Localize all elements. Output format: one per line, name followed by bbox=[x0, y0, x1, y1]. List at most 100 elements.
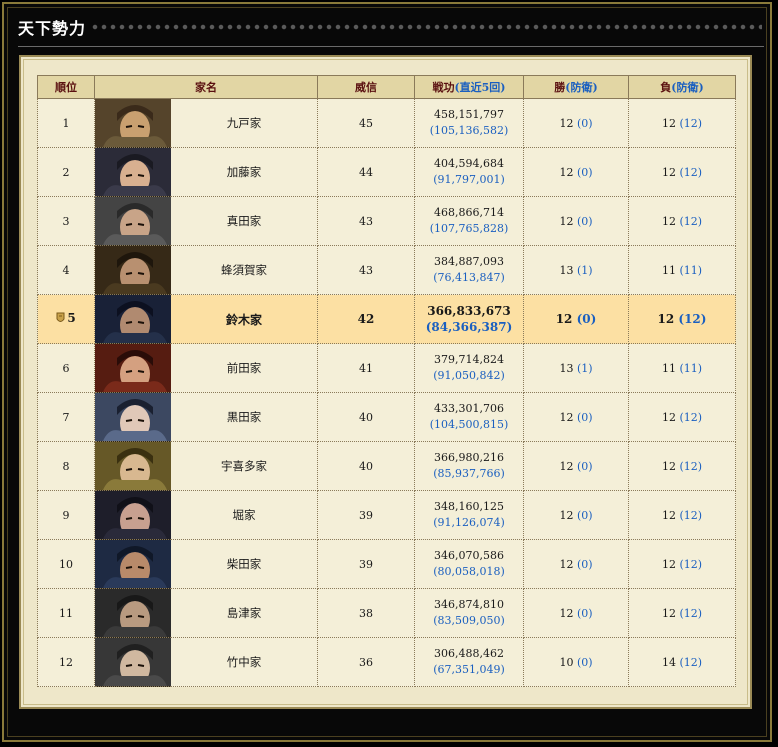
house-name-cell[interactable]: 前田家 bbox=[170, 343, 318, 393]
samurai-portrait-icon[interactable] bbox=[95, 197, 171, 245]
house-name-cell[interactable]: 島津家 bbox=[170, 588, 318, 638]
prestige-cell: 38 bbox=[317, 588, 415, 638]
rank-cell: 12 bbox=[37, 637, 95, 687]
table-row[interactable]: 1 九戸家 45 458,151,797 (105,136,582) 12 (0) 12 (… bbox=[37, 98, 736, 148]
merit-cell: 468,866,714 (107,765,828) bbox=[414, 196, 524, 246]
wins-value: 12 bbox=[555, 312, 573, 326]
merit-total: 458,151,797 bbox=[434, 108, 504, 121]
table-row[interactable]: 2 加藤家 44 404,594,684 (91,797,001) 12 (0) 12 (1… bbox=[37, 147, 736, 197]
house-name[interactable]: 黒田家 bbox=[227, 410, 262, 424]
wins-value: 12 bbox=[559, 557, 574, 571]
prestige-cell: 39 bbox=[317, 539, 415, 589]
portrait-cell[interactable] bbox=[94, 343, 171, 393]
col-header-merit[interactable]: 戦功(直近5回) bbox=[414, 75, 524, 99]
wins-defense: (0) bbox=[576, 116, 593, 130]
samurai-portrait-icon[interactable] bbox=[95, 442, 171, 490]
house-name[interactable]: 真田家 bbox=[227, 214, 262, 228]
portrait-cell[interactable] bbox=[94, 490, 171, 540]
table-row[interactable]: 8 宇喜多家 40 366,980,216 (85,937,766) 12 (0) 12 (… bbox=[37, 441, 736, 491]
prestige-cell: 40 bbox=[317, 392, 415, 442]
house-name[interactable]: 島津家 bbox=[227, 606, 262, 620]
samurai-portrait-icon[interactable] bbox=[95, 148, 171, 196]
col-header-losses[interactable]: 負(防衛) bbox=[628, 75, 736, 99]
col-header-house[interactable]: 家名 bbox=[94, 75, 318, 99]
merit-cell: 366,833,673 (84,366,387) bbox=[414, 294, 524, 344]
table-row-own-house[interactable]: 5 鈴木家 42 366,833,673 (84,366,387) 12 (0) 12 (1… bbox=[37, 294, 736, 344]
title-divider bbox=[18, 46, 764, 47]
portrait-cell[interactable] bbox=[94, 294, 171, 344]
col-header-wins[interactable]: 勝(防衛) bbox=[523, 75, 629, 99]
portrait-cell[interactable] bbox=[94, 392, 171, 442]
prestige-value: 39 bbox=[359, 508, 373, 522]
house-name-cell[interactable]: 真田家 bbox=[170, 196, 318, 246]
house-name-cell[interactable]: 黒田家 bbox=[170, 392, 318, 442]
rank-value: 8 bbox=[62, 459, 70, 473]
house-name-cell[interactable]: 堀家 bbox=[170, 490, 318, 540]
rank-cell: 4 bbox=[37, 245, 95, 295]
col-header-prestige[interactable]: 威信 bbox=[317, 75, 415, 99]
portrait-cell[interactable] bbox=[94, 245, 171, 295]
merit-cell: 379,714,824 (91,050,842) bbox=[414, 343, 524, 393]
ranking-panel: 順位 家名 威信 戦功(直近5回) 勝(防衛) 負(防衛) 1 九戸家 45 458,… bbox=[19, 55, 752, 709]
table-row[interactable]: 7 黒田家 40 433,301,706 (104,500,815) 12 (0) 12 (… bbox=[37, 392, 736, 442]
losses-value: 11 bbox=[661, 361, 676, 375]
merit-total: 346,874,810 bbox=[434, 598, 504, 611]
rank-value: 2 bbox=[62, 165, 70, 179]
losses-cell: 12 (12) bbox=[628, 294, 736, 344]
col-header-wins-label: 勝 bbox=[554, 81, 566, 94]
samurai-portrait-icon[interactable] bbox=[95, 638, 171, 686]
house-name[interactable]: 加藤家 bbox=[227, 165, 262, 179]
house-name[interactable]: 堀家 bbox=[233, 508, 256, 522]
table-row[interactable]: 12 竹中家 36 306,488,462 (67,351,049) 10 (0) 14 (… bbox=[37, 637, 736, 687]
portrait-cell[interactable] bbox=[94, 539, 171, 589]
house-name[interactable]: 蜂須賀家 bbox=[221, 263, 267, 277]
wins-value: 13 bbox=[559, 361, 574, 375]
table-row[interactable]: 10 柴田家 39 346,070,586 (80,058,018) 12 (0) 12 (… bbox=[37, 539, 736, 589]
house-name-cell[interactable]: 鈴木家 bbox=[170, 294, 318, 344]
samurai-portrait-icon[interactable] bbox=[95, 99, 171, 147]
house-name-cell[interactable]: 蜂須賀家 bbox=[170, 245, 318, 295]
wins-defense: (0) bbox=[576, 312, 597, 326]
portrait-cell[interactable] bbox=[94, 147, 171, 197]
table-row[interactable]: 9 堀家 39 348,160,125 (91,126,074) 12 (0) 12 (12… bbox=[37, 490, 736, 540]
table-row[interactable]: 11 島津家 38 346,874,810 (83,509,050) 12 (0) 12 (… bbox=[37, 588, 736, 638]
house-name-cell[interactable]: 柴田家 bbox=[170, 539, 318, 589]
house-name[interactable]: 鈴木家 bbox=[226, 313, 262, 327]
house-name[interactable]: 宇喜多家 bbox=[221, 459, 267, 473]
samurai-portrait-icon[interactable] bbox=[95, 344, 171, 392]
house-name[interactable]: 前田家 bbox=[227, 361, 262, 375]
portrait-cell[interactable] bbox=[94, 441, 171, 491]
portrait-cell[interactable] bbox=[94, 98, 171, 148]
samurai-portrait-icon[interactable] bbox=[95, 540, 171, 588]
table-row[interactable]: 3 真田家 43 468,866,714 (107,765,828) 12 (0) 12 (… bbox=[37, 196, 736, 246]
samurai-portrait-icon[interactable] bbox=[95, 246, 171, 294]
col-header-rank[interactable]: 順位 bbox=[37, 75, 95, 99]
wins-value: 12 bbox=[559, 508, 574, 522]
merit-total: 404,594,684 bbox=[434, 157, 504, 170]
portrait-cell[interactable] bbox=[94, 588, 171, 638]
rank-value: 5 bbox=[67, 311, 76, 325]
losses-value: 12 bbox=[661, 557, 676, 571]
wins-defense: (0) bbox=[576, 214, 593, 228]
portrait-cell[interactable] bbox=[94, 637, 171, 687]
portrait-cell[interactable] bbox=[94, 196, 171, 246]
house-name[interactable]: 柴田家 bbox=[227, 557, 262, 571]
house-name-cell[interactable]: 加藤家 bbox=[170, 147, 318, 197]
table-row[interactable]: 4 蜂須賀家 43 384,887,093 (76,413,847) 13 (1) 11 (… bbox=[37, 245, 736, 295]
merit-total: 384,887,093 bbox=[434, 255, 504, 268]
wins-value: 12 bbox=[559, 606, 574, 620]
samurai-portrait-icon[interactable] bbox=[95, 491, 171, 539]
table-row[interactable]: 6 前田家 41 379,714,824 (91,050,842) 13 (1) 11 (1… bbox=[37, 343, 736, 393]
samurai-portrait-icon[interactable] bbox=[95, 393, 171, 441]
losses-cell: 12 (12) bbox=[628, 147, 736, 197]
house-name-cell[interactable]: 竹中家 bbox=[170, 637, 318, 687]
merit-cell: 458,151,797 (105,136,582) bbox=[414, 98, 524, 148]
wins-cell: 12 (0) bbox=[523, 539, 629, 589]
samurai-portrait-icon[interactable] bbox=[95, 589, 171, 637]
house-name[interactable]: 九戸家 bbox=[227, 116, 262, 130]
house-name-cell[interactable]: 九戸家 bbox=[170, 98, 318, 148]
house-name-cell[interactable]: 宇喜多家 bbox=[170, 441, 318, 491]
house-name[interactable]: 竹中家 bbox=[227, 655, 262, 669]
wins-cell: 12 (0) bbox=[523, 392, 629, 442]
samurai-portrait-icon[interactable] bbox=[95, 295, 171, 343]
